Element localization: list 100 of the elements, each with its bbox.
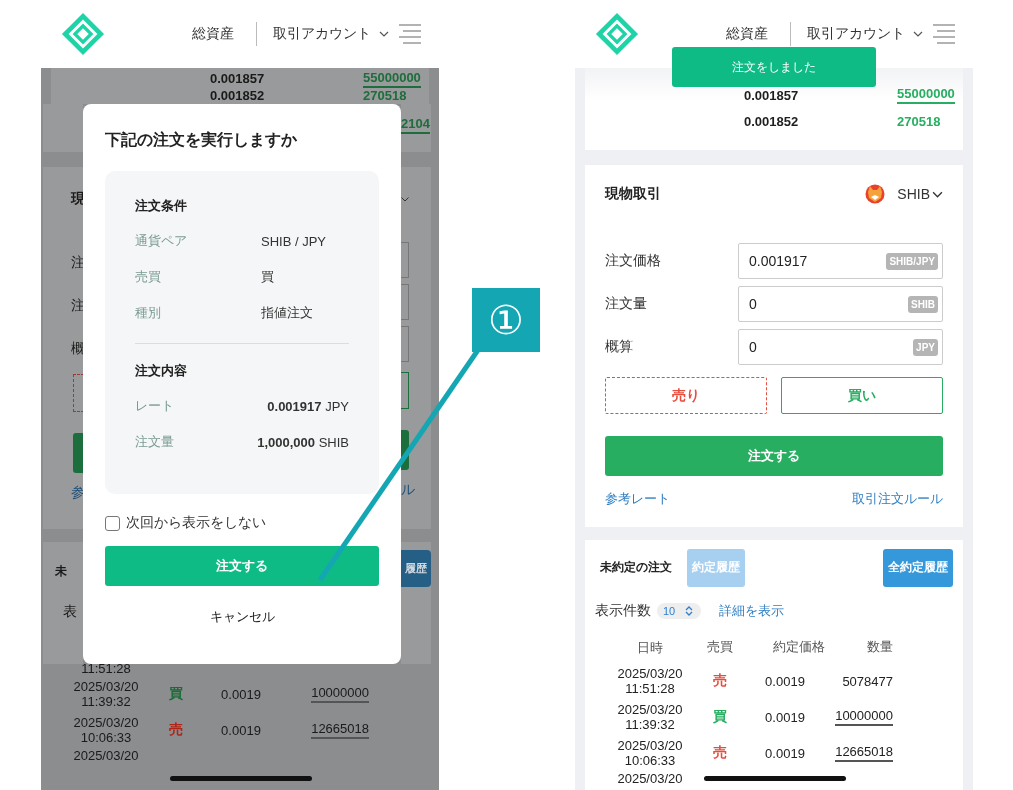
dog-icon: [865, 184, 886, 204]
link-text[interactable]: 参: [71, 483, 85, 501]
history-button[interactable]: 全約定履歴: [883, 548, 953, 587]
field-label: 通貨ペア: [135, 232, 188, 250]
amount-text: 270518: [363, 88, 407, 103]
date-text: 2025/03/20: [72, 748, 140, 763]
order-button[interactable]: [73, 433, 83, 473]
label-text: 注: [71, 296, 85, 314]
field-label: レート: [135, 397, 175, 415]
field-value: 買: [261, 268, 274, 286]
field-value: 1,000,000 SHIB: [257, 434, 349, 450]
nav-link[interactable]: 総資産: [192, 25, 234, 43]
column-header: 約定価格: [772, 638, 825, 656]
confirm-button[interactable]: 注文する: [105, 546, 379, 586]
amount-text: 270518: [897, 113, 941, 129]
heading-text: 未: [55, 563, 67, 580]
buy-button[interactable]: 買い: [781, 377, 943, 414]
input-field[interactable]: 0 SHIB: [738, 286, 943, 322]
side-text: 売: [168, 721, 184, 739]
side-text: 買: [712, 708, 728, 726]
quantity-link[interactable]: 10000000: [311, 685, 369, 703]
sort-icon: [685, 606, 694, 616]
unit-badge: SHIB: [908, 295, 938, 313]
unit-badge: JPY: [913, 338, 938, 356]
link[interactable]: 詳細を表示: [719, 602, 785, 620]
field-value: SHIB / JPY: [261, 233, 327, 249]
date-time-text: 2025/03/20 10:06:33: [72, 715, 140, 745]
field-label: 種別: [135, 304, 162, 322]
price-text: 0.0019: [220, 686, 262, 702]
price-text: 0.0019: [764, 745, 806, 761]
input-field[interactable]: [401, 242, 409, 278]
label-text: 表: [63, 602, 77, 620]
link-text[interactable]: ル: [401, 480, 415, 498]
order-button[interactable]: 注文する: [605, 436, 943, 476]
date-time-text: 2025/03/20 11:39:32: [616, 702, 684, 732]
column-header: 日時: [636, 639, 664, 655]
section-heading: 注文条件: [135, 197, 188, 215]
sell-button[interactable]: 売り: [605, 377, 767, 414]
quantity-link[interactable]: 10000000: [835, 708, 893, 726]
input-field[interactable]: [401, 284, 409, 320]
dialog-title: 下記の注文を実行しますか: [105, 130, 298, 150]
checkbox-label: 次回から表示をしない: [126, 514, 266, 532]
input-field[interactable]: [401, 326, 409, 362]
side-text: 売: [712, 672, 728, 690]
price-text: 0.001852: [744, 113, 800, 129]
side-text: 買: [168, 685, 184, 703]
nav-link[interactable]: 取引アカウント: [273, 25, 371, 43]
quantity-text: 5078477: [842, 673, 893, 689]
price-text: 0.0019: [764, 709, 806, 725]
time-text: 11:51:28: [80, 660, 132, 676]
price-text: 0.001852: [210, 88, 266, 103]
date-time-text: 2025/03/20 11:39:32: [72, 679, 140, 709]
buy-button[interactable]: [401, 372, 409, 409]
field-label: 注文量: [135, 433, 175, 451]
input-field[interactable]: 0.001917 SHIB/JPY: [738, 243, 943, 279]
label-text: 注: [71, 253, 85, 271]
card-title: 現物取引: [605, 185, 661, 203]
toast-message: 注文をしました: [672, 47, 876, 87]
column-header: 売買: [706, 638, 734, 656]
cancel-button[interactable]: キャンセル: [201, 604, 283, 630]
chevron-down-icon[interactable]: [913, 31, 923, 37]
chevron-down-icon[interactable]: [932, 190, 943, 198]
label-text: 概: [71, 339, 85, 357]
menu-icon[interactable]: [933, 24, 955, 44]
date-time-text: 2025/03/20 11:51:28: [616, 666, 684, 696]
nav-link[interactable]: 総資産: [726, 25, 768, 43]
amount-link[interactable]: 55000000: [897, 86, 955, 104]
field-label: 概算: [605, 338, 634, 356]
field-label: 注文量: [605, 295, 648, 313]
price-text: 0.0019: [764, 673, 806, 689]
date-time-text: 2025/03/20 10:06:33: [616, 738, 684, 768]
nav-link[interactable]: 取引アカウント: [807, 25, 905, 43]
unit-badge: SHIB/JPY: [886, 252, 938, 270]
logo-icon[interactable]: [61, 12, 105, 56]
price-text: 0.0019: [220, 722, 262, 738]
quantity-link[interactable]: 12665018: [311, 721, 369, 739]
order-button[interactable]: [401, 430, 409, 470]
link[interactable]: 参考レート: [605, 490, 670, 508]
menu-icon[interactable]: [399, 24, 421, 44]
field-label: 売買: [135, 268, 162, 286]
date-text: 2025/03/20: [616, 771, 684, 786]
input-field[interactable]: 0 JPY: [738, 329, 943, 365]
section-heading: 注文内容: [135, 362, 188, 380]
card-title: 未約定の注文: [600, 559, 672, 576]
step-badge: ①: [472, 288, 540, 352]
side-text: 売: [712, 744, 728, 762]
logo-icon[interactable]: [595, 12, 639, 56]
link[interactable]: 取引注文ルール: [852, 490, 943, 508]
price-text: 0.001857: [744, 87, 800, 103]
checkbox[interactable]: [105, 515, 120, 531]
field-value: 指値注文: [261, 304, 313, 322]
field-label: 注文価格: [605, 252, 662, 270]
field-value: 0.001917 JPY: [267, 398, 349, 414]
chevron-down-icon[interactable]: [379, 31, 389, 37]
quantity-link[interactable]: 12665018: [835, 744, 893, 762]
price-text: 0.001857: [210, 71, 266, 86]
coin-selector[interactable]: SHIB: [897, 186, 930, 202]
page-size-select[interactable]: 10: [657, 603, 702, 619]
history-button[interactable]: 履歴: [401, 550, 431, 587]
column-header: 数量: [867, 638, 893, 656]
